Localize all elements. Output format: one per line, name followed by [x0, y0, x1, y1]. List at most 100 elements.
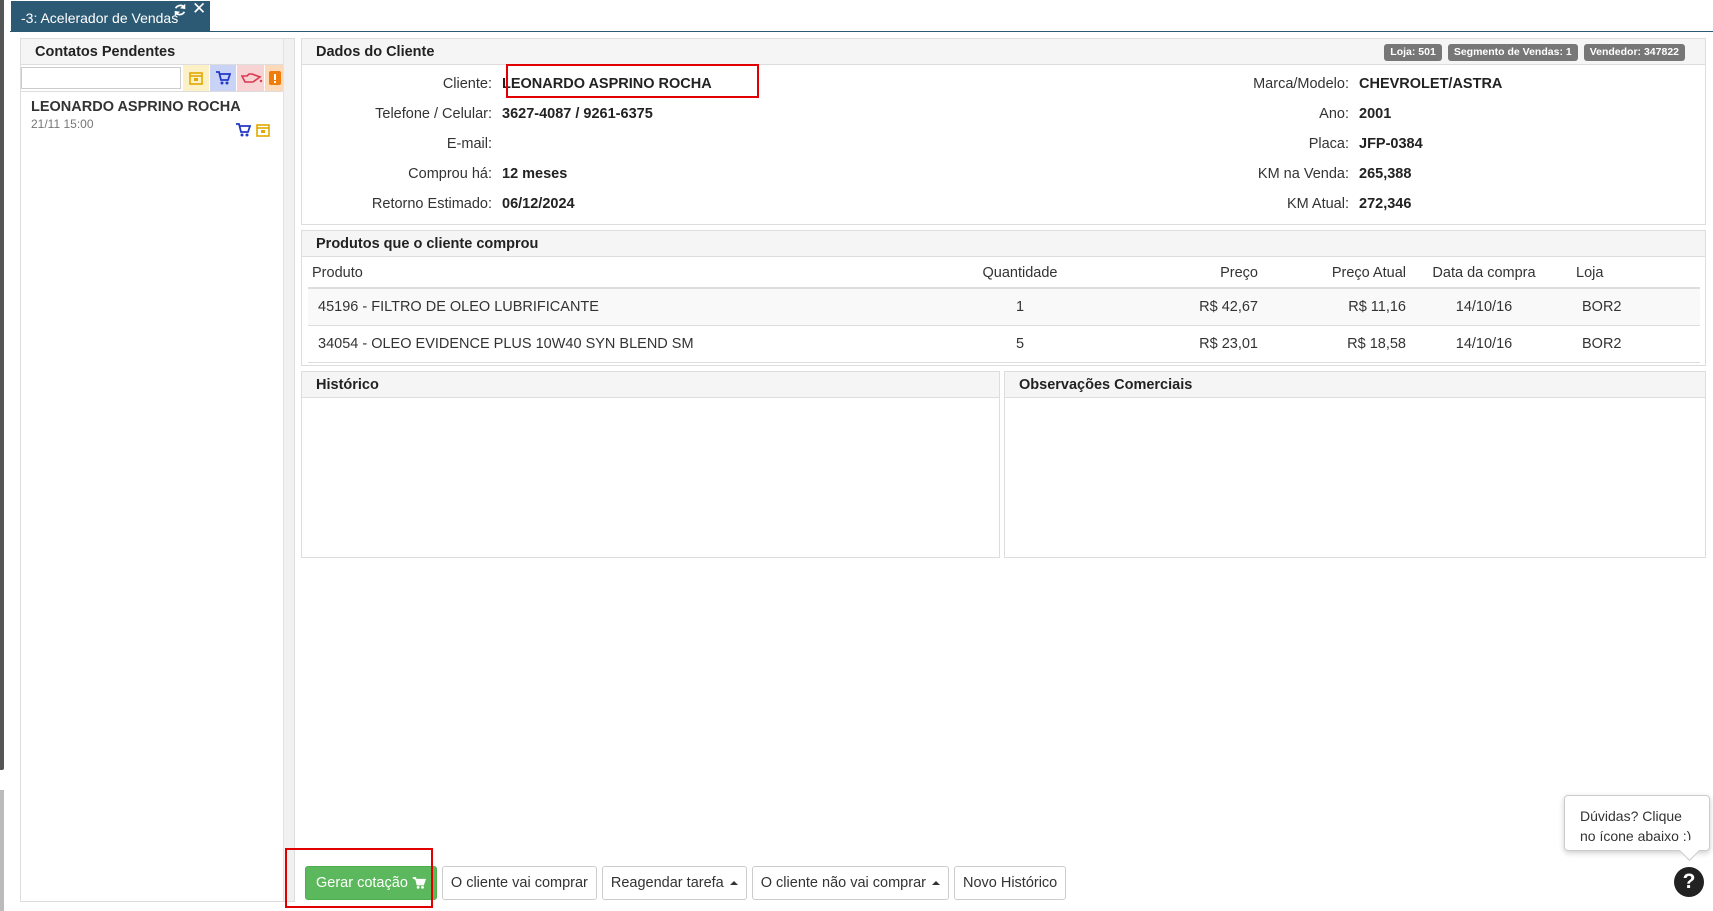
close-icon[interactable]: ✕ [192, 0, 206, 19]
field-label: KM na Venda: [1257, 166, 1349, 182]
field-label: Marca/Modelo: [1253, 76, 1349, 92]
window-edge-lower [0, 790, 4, 911]
contact-status-icons [235, 122, 271, 138]
cell-quantity: 5 [956, 325, 1084, 363]
field-year: Ano: 2001 [1099, 99, 1391, 129]
pending-contacts-heading: Contatos Pendentes [21, 39, 294, 65]
contacts-filter-row [21, 65, 294, 92]
caret-up-icon [729, 881, 738, 885]
field-value: 272,346 [1359, 196, 1412, 212]
tab-strip [10, 31, 1713, 32]
calendar-icon [256, 124, 270, 137]
cell-purchase-date: 14/10/16 [1410, 325, 1558, 363]
help-tooltip: Dúvidas? Clique no ícone abaixo :) [1564, 795, 1710, 851]
client-wont-buy-label: O cliente não vai comprar [760, 875, 926, 891]
col-store[interactable]: Loja [1558, 259, 1700, 289]
table-row: 45196 - FILTRO DE OLEO LUBRIFICANTE 1 R$… [308, 288, 1700, 326]
reschedule-task-button[interactable]: Reagendar tarefa [601, 866, 747, 900]
field-label: Comprou há: [408, 166, 492, 182]
history-panel: Histórico [301, 371, 1000, 558]
cell-quantity: 1 [956, 288, 1084, 326]
reschedule-task-label: Reagendar tarefa [610, 875, 724, 891]
filter-alert-button[interactable] [265, 65, 285, 91]
products-panel: Produtos que o cliente comprou Produto Q… [301, 230, 1706, 366]
field-value: JFP-0384 [1359, 136, 1423, 152]
field-label: Telefone / Celular: [375, 106, 492, 122]
field-plate: Placa: JFP-0384 [1099, 129, 1423, 159]
contacts-search-input[interactable] [21, 67, 181, 89]
alert-icon [269, 71, 281, 85]
contacts-scrollbar[interactable] [283, 39, 294, 901]
pending-contacts-panel: Contatos Pendentes LEONARDO ASPRINO ROCH… [20, 38, 295, 902]
tab-title: -3: Acelerador de Vendas [21, 10, 179, 26]
field-brand-model: Marca/Modelo: CHEVROLET/ASTRA [1099, 69, 1502, 99]
field-label: Retorno Estimado: [371, 196, 492, 212]
field-value: 06/12/2024 [502, 196, 575, 212]
col-price[interactable]: Preço [1084, 259, 1262, 289]
store-badge: Loja: 501 [1384, 44, 1442, 61]
field-value: 12 meses [502, 166, 568, 182]
field-km-current: KM Atual: 272,346 [1099, 189, 1411, 219]
filter-oil-button[interactable] [237, 65, 264, 91]
field-label: KM Atual: [1286, 196, 1349, 212]
calendar-icon [189, 72, 203, 85]
client-name-highlight [506, 64, 759, 98]
cell-product: 45196 - FILTRO DE OLEO LUBRIFICANTE [308, 288, 956, 326]
client-will-buy-label: O cliente vai comprar [450, 875, 588, 891]
help-tooltip-line2: no ícone abaixo :) [1580, 828, 1692, 844]
field-value: CHEVROLET/ASTRA [1359, 76, 1503, 92]
cell-store: BOR2 [1558, 325, 1700, 363]
col-product[interactable]: Produto [308, 259, 956, 289]
field-value: 2001 [1359, 106, 1392, 122]
col-quantity[interactable]: Quantidade [956, 259, 1084, 289]
cart-icon [236, 123, 251, 137]
history-heading: Histórico [302, 372, 999, 398]
products-table: Produto Quantidade Preço Preço Atual Dat… [308, 259, 1700, 363]
contact-list-item[interactable]: LEONARDO ASPRINO ROCHA 21/11 15:00 [21, 92, 294, 144]
field-label: Placa: [1308, 136, 1349, 152]
cart-icon [216, 71, 231, 85]
filter-calendar-button[interactable] [183, 65, 209, 91]
field-value: 265,388 [1359, 166, 1412, 182]
table-header-row: Produto Quantidade Preço Preço Atual Dat… [308, 259, 1700, 289]
filter-cart-button[interactable] [210, 65, 236, 91]
field-label: Cliente: [442, 76, 492, 92]
products-heading: Produtos que o cliente comprou [302, 231, 1705, 257]
new-history-label: Novo Histórico [962, 875, 1058, 891]
client-badges: Loja: 501 Segmento de Vendas: 1 Vendedor… [1384, 44, 1685, 61]
cell-product: 34054 - OLEO EVIDENCE PLUS 10W40 SYN BLE… [308, 325, 956, 363]
client-wont-buy-button[interactable]: O cliente não vai comprar [751, 866, 949, 900]
cell-price: R$ 42,67 [1084, 288, 1262, 326]
field-label: Ano: [1319, 106, 1349, 122]
client-will-buy-button[interactable]: O cliente vai comprar [441, 866, 597, 900]
window-edge [0, 0, 4, 770]
commercial-notes-panel: Observações Comerciais [1004, 371, 1706, 558]
contact-name: LEONARDO ASPRINO ROCHA [31, 99, 241, 115]
cell-current-price: R$ 18,58 [1262, 325, 1410, 363]
field-value: 3627-4087 / 9261-6375 [502, 106, 653, 122]
commercial-notes-heading: Observações Comerciais [1005, 372, 1705, 398]
field-phone: Telefone / Celular: 3627-4087 / 9261-637… [302, 99, 653, 129]
col-current-price[interactable]: Preço Atual [1262, 259, 1410, 289]
cell-current-price: R$ 11,16 [1262, 288, 1410, 326]
table-row: 34054 - OLEO EVIDENCE PLUS 10W40 SYN BLE… [308, 325, 1700, 363]
field-email: E-mail: [302, 129, 502, 159]
field-km-sale: KM na Venda: 265,388 [1099, 159, 1412, 189]
cell-price: R$ 23,01 [1084, 325, 1262, 363]
help-tooltip-line1: Dúvidas? Clique [1580, 808, 1682, 824]
refresh-icon[interactable] [173, 3, 187, 17]
seller-badge: Vendedor: 347822 [1583, 44, 1685, 61]
cell-store: BOR2 [1558, 288, 1700, 326]
field-estimated-return: Retorno Estimado: 06/12/2024 [302, 189, 575, 219]
generate-quote-highlight [285, 848, 433, 908]
segment-badge: Segmento de Vendas: 1 [1447, 44, 1578, 61]
col-purchase-date[interactable]: Data da compra [1410, 259, 1558, 289]
caret-up-icon [931, 881, 940, 885]
tab-acelerador-vendas[interactable]: -3: Acelerador de Vendas ✕ [11, 0, 210, 32]
oil-can-icon [240, 73, 262, 83]
new-history-button[interactable]: Novo Histórico [953, 866, 1067, 900]
field-label: E-mail: [446, 136, 492, 152]
field-bought-ago: Comprou há: 12 meses [302, 159, 567, 189]
help-icon[interactable]: ? [1674, 867, 1704, 897]
cell-purchase-date: 14/10/16 [1410, 288, 1558, 326]
